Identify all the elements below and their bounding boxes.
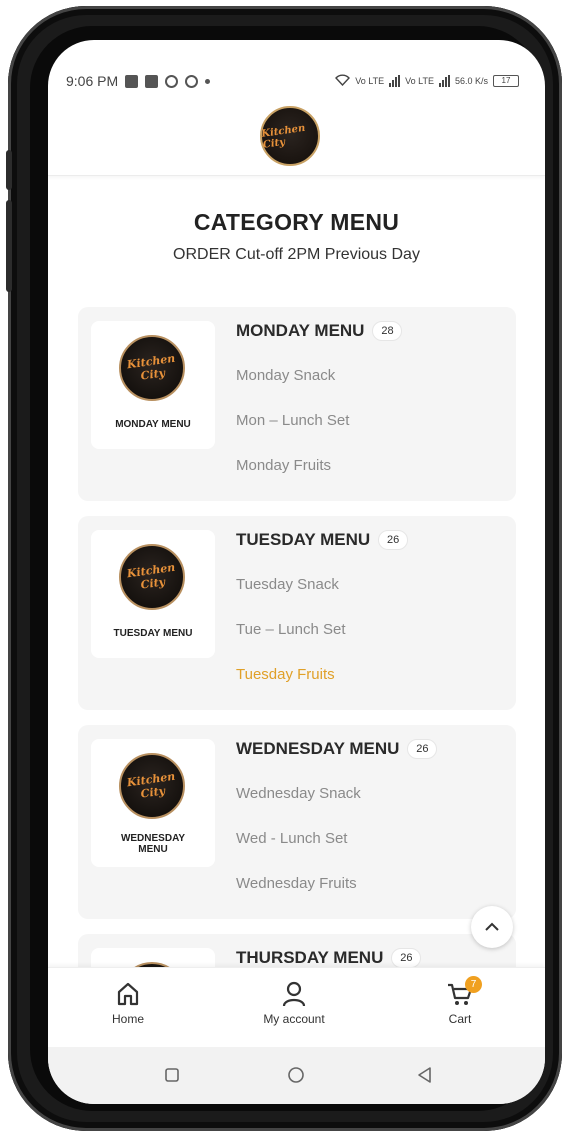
signal-icon (389, 75, 401, 87)
home-icon (117, 982, 139, 1006)
category-thumbnail[interactable]: Kitchen City TUESDAY MENU (91, 530, 215, 658)
scroll-to-top-button[interactable] (471, 906, 513, 948)
nav-cart-label: Cart (448, 1012, 472, 1026)
status-bar: 9:06 PM Vo LTE Vo LTE 56.0 K/s 17 (48, 40, 545, 100)
kitchen-city-logo: Kitchen City (119, 544, 185, 610)
subcategory-link[interactable]: Monday Snack (236, 367, 335, 384)
category-thumbnail[interactable]: Kitchen City MONDAY MENU (91, 321, 215, 449)
thumbnail-label: MONDAY MENU (115, 419, 191, 430)
square-icon (165, 1068, 179, 1082)
category-list[interactable]: CATEGORY MENU ORDER Cut-off 2PM Previous… (48, 177, 545, 967)
battery-icon: 17 (493, 75, 519, 87)
status-time: 9:06 PM (66, 73, 119, 89)
subcategory-link[interactable]: Wednesday Fruits (236, 875, 357, 892)
subcategory-link[interactable]: Mon – Lunch Set (236, 412, 349, 429)
count-badge: 26 (391, 948, 422, 967)
kitchen-city-logo[interactable]: Kitchen City (260, 106, 320, 166)
circle-icon (288, 1067, 304, 1083)
thumbnail-label: WEDNESDAY MENU (120, 833, 186, 855)
subcategory-link[interactable]: Monday Fruits (236, 457, 331, 474)
speed-indicator: 56.0 K/s (454, 76, 488, 86)
volume-button (6, 200, 12, 292)
dot-icon (205, 78, 211, 84)
subcategory-link[interactable]: Tue – Lunch Set (236, 621, 346, 638)
app-header: Kitchen City (48, 100, 545, 176)
notification-icon (125, 74, 139, 88)
nav-home-label: Home (111, 1012, 144, 1026)
thumbnail-label: TUESDAY MENU (113, 628, 193, 639)
user-icon (282, 981, 306, 1007)
category-card-wednesday[interactable]: Kitchen City WEDNESDAY MENU WEDNESDAY ME… (78, 725, 516, 919)
count-badge: 28 (372, 321, 403, 341)
side-button (6, 150, 12, 190)
category-title[interactable]: TUESDAY MENU 26 (236, 530, 409, 550)
screen: 9:06 PM Vo LTE Vo LTE 56.0 K/s 17 Kitche… (48, 40, 545, 1104)
back-system-button[interactable] (412, 1063, 436, 1087)
recents-button[interactable] (160, 1063, 184, 1087)
category-card-thursday[interactable]: THURSDAY MENU 26 (78, 934, 516, 967)
system-navigation-bar (48, 1047, 545, 1104)
network-indicator: Vo LTE (405, 76, 434, 86)
cart-count-badge: 7 (465, 976, 482, 993)
category-thumbnail[interactable] (91, 948, 215, 967)
nav-my-account[interactable]: My account (234, 978, 354, 1026)
nav-my-account-label: My account (263, 1012, 325, 1026)
notification-icon (185, 74, 199, 88)
nav-cart[interactable]: 7 Cart (400, 976, 520, 1026)
kitchen-city-logo: Kitchen City (119, 753, 185, 819)
home-system-button[interactable] (284, 1063, 308, 1087)
subcategory-link[interactable]: Tuesday Snack (236, 576, 339, 593)
page-title: CATEGORY MENU (193, 209, 400, 235)
kitchen-city-logo: Kitchen City (119, 335, 185, 401)
category-title[interactable]: THURSDAY MENU 26 (236, 948, 422, 967)
subcategory-link-active[interactable]: Tuesday Fruits (236, 666, 335, 683)
subcategory-link[interactable]: Wed - Lunch Set (236, 830, 347, 847)
wifi-icon (335, 74, 351, 88)
chevron-up-icon (485, 922, 499, 931)
notification-icon (165, 74, 179, 88)
bottom-navigation: Home My account 7 Cart (48, 967, 545, 1047)
category-title[interactable]: MONDAY MENU 28 (236, 321, 403, 341)
category-card-monday[interactable]: Kitchen City MONDAY MENU MONDAY MENU 28 … (78, 307, 516, 501)
category-card-tuesday[interactable]: Kitchen City TUESDAY MENU TUESDAY MENU 2… (78, 516, 516, 710)
nav-home[interactable]: Home (68, 978, 188, 1026)
back-triangle-icon (418, 1067, 431, 1083)
category-thumbnail[interactable]: Kitchen City WEDNESDAY MENU (91, 739, 215, 867)
page-subtitle: ORDER Cut-off 2PM Previous Day (173, 246, 420, 263)
notification-icon (145, 74, 159, 88)
category-title[interactable]: WEDNESDAY MENU 26 (236, 739, 438, 759)
count-badge: 26 (378, 530, 409, 550)
count-badge: 26 (407, 739, 438, 759)
signal-icon (438, 75, 450, 87)
network-indicator: Vo LTE (355, 76, 385, 86)
subcategory-link[interactable]: Wednesday Snack (236, 785, 361, 802)
